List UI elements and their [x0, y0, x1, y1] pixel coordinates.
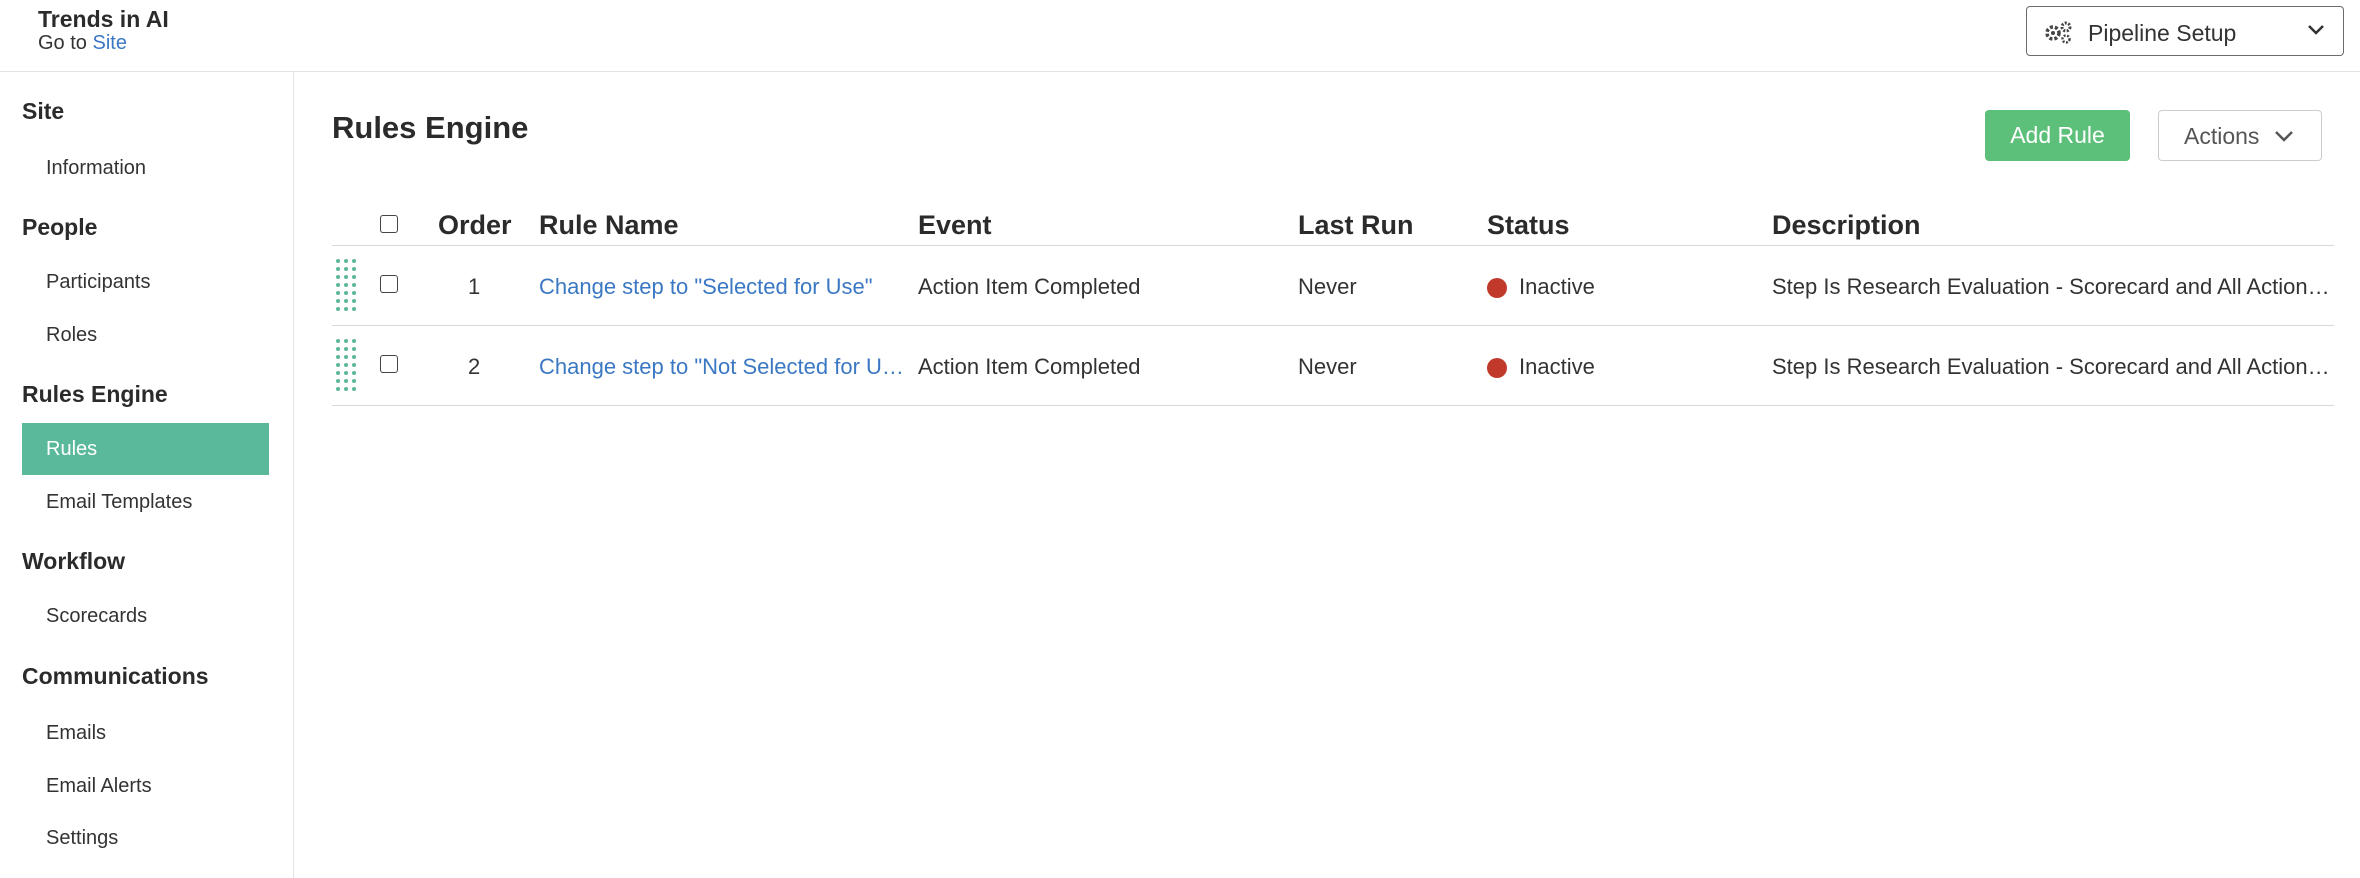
row-order: 1	[468, 274, 481, 299]
row-event: Action Item Completed	[918, 354, 1141, 379]
column-header-event[interactable]: Event	[918, 210, 992, 241]
sidebar-heading-site: Site	[22, 98, 65, 124]
table-row[interactable]: 2 Change step to "Not Selected for Us...…	[332, 326, 2334, 406]
site-title: Trends in AI	[38, 6, 169, 32]
sidebar-item-settings[interactable]: Settings	[22, 812, 269, 864]
column-header-last-run[interactable]: Last Run	[1298, 210, 1414, 241]
status-text: Inactive	[1519, 354, 1595, 379]
sidebar-item-roles[interactable]: Roles	[22, 309, 269, 361]
sidebar-heading-people: People	[22, 214, 98, 240]
sidebar-item-emails[interactable]: Emails	[22, 707, 269, 759]
add-rule-button[interactable]: Add Rule	[1985, 110, 2130, 161]
gears-icon	[2045, 21, 2072, 44]
status-dot-icon	[1487, 278, 1507, 298]
rule-name-link[interactable]: Change step to "Not Selected for Us...	[539, 354, 905, 380]
sidebar-heading-communications: Communications	[22, 663, 209, 689]
sidebar-item-participants[interactable]: Participants	[22, 256, 269, 308]
select-all-checkbox[interactable]	[380, 215, 398, 233]
actions-label: Actions	[2184, 123, 2260, 149]
pipeline-setup-label: Pipeline Setup	[2088, 20, 2237, 46]
pipeline-setup-dropdown[interactable]: Pipeline Setup	[2026, 6, 2344, 56]
status-dot-icon	[1487, 358, 1507, 378]
row-checkbox[interactable]	[380, 275, 398, 293]
top-header: Trends in AI Go to Site Pipeline Setup	[0, 0, 2360, 72]
row-event: Action Item Completed	[918, 274, 1141, 299]
sidebar-item-scorecards[interactable]: Scorecards	[22, 590, 269, 642]
table-header: Order Rule Name Event Last Run Status De…	[332, 200, 2334, 246]
status-text: Inactive	[1519, 274, 1595, 299]
sidebar-item-rules[interactable]: Rules	[22, 423, 269, 475]
column-header-order[interactable]: Order	[438, 210, 512, 241]
sidebar-heading-workflow: Workflow	[22, 548, 126, 574]
goto-prefix: Go to	[38, 32, 87, 54]
sidebar-item-email-alerts[interactable]: Email Alerts	[22, 760, 269, 812]
column-header-rule-name[interactable]: Rule Name	[539, 210, 679, 241]
table-row[interactable]: 1 Change step to "Selected for Use" Acti…	[332, 246, 2334, 326]
column-header-status[interactable]: Status	[1487, 210, 1570, 241]
row-description: Step Is Research Evaluation - Scorecard …	[1772, 354, 2334, 379]
sidebar-item-email-templates[interactable]: Email Templates	[22, 476, 269, 528]
rule-name-link[interactable]: Change step to "Selected for Use"	[539, 274, 905, 300]
row-checkbox[interactable]	[380, 355, 398, 373]
chevron-down-icon	[2308, 25, 2324, 35]
row-description: Step Is Research Evaluation - Scorecard …	[1772, 274, 2334, 299]
drag-handle-icon[interactable]	[336, 259, 358, 311]
goto-site: Go to Site	[38, 32, 127, 55]
sidebar-heading-rules-engine: Rules Engine	[22, 381, 168, 407]
row-last-run: Never	[1298, 354, 1357, 379]
drag-handle-icon[interactable]	[336, 339, 358, 391]
chevron-down-icon	[2275, 131, 2293, 142]
column-header-description[interactable]: Description	[1772, 210, 1921, 241]
sidebar-item-information[interactable]: Information	[22, 142, 269, 194]
row-last-run: Never	[1298, 274, 1357, 299]
actions-dropdown[interactable]: Actions	[2158, 110, 2322, 161]
sidebar: Site Information People Participants Rol…	[0, 72, 294, 878]
page-title: Rules Engine	[332, 110, 529, 145]
goto-site-link[interactable]: Site	[92, 32, 126, 54]
row-order: 2	[468, 354, 481, 379]
